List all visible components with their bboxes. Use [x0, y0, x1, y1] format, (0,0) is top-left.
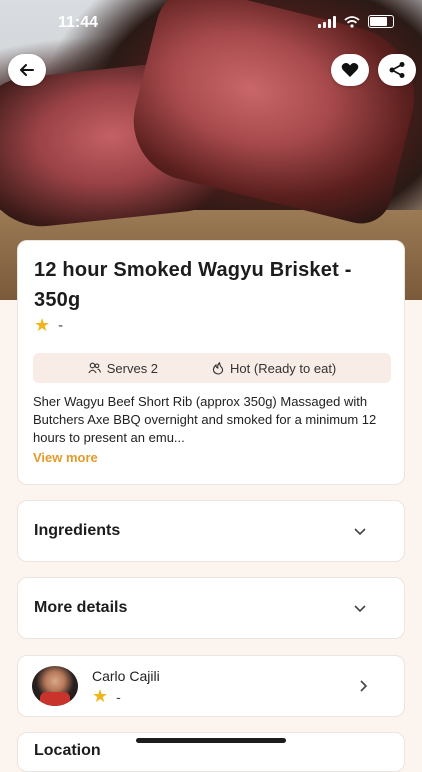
- serves-info: Serves 2: [88, 361, 158, 376]
- signal-icon: [318, 15, 336, 28]
- chevron-down-icon: [354, 523, 366, 539]
- chef-card[interactable]: Carlo Cajili ★ -: [17, 655, 405, 717]
- status-icons: [318, 15, 394, 28]
- chef-name: Carlo Cajili: [92, 668, 160, 684]
- status-bar: 11:44: [0, 0, 422, 46]
- chef-rating: ★ -: [92, 686, 121, 707]
- people-icon: [88, 362, 101, 374]
- battery-icon: [368, 15, 394, 28]
- wifi-icon: [344, 15, 360, 28]
- star-icon: ★: [34, 315, 51, 335]
- recipe-title: 12 hour Smoked Wagyu Brisket - 350g: [34, 259, 352, 311]
- more-details-section[interactable]: More details: [17, 577, 405, 639]
- recipe-info-bar: Serves 2 Hot (Ready to eat): [33, 353, 391, 383]
- temperature-info: Hot (Ready to eat): [212, 361, 336, 376]
- home-indicator: [136, 738, 286, 743]
- more-details-title: More details: [34, 599, 128, 616]
- partial-section-title: Location: [34, 742, 101, 759]
- flame-icon: [212, 361, 224, 375]
- view-more-link[interactable]: View more: [33, 449, 391, 467]
- share-icon: [389, 62, 405, 78]
- status-time: 11:44: [58, 14, 99, 31]
- star-icon: ★: [92, 686, 109, 706]
- recipe-card: 12 hour Smoked Wagyu Brisket - 350g ★ - …: [17, 240, 405, 485]
- back-icon: [20, 64, 34, 76]
- chef-rating-value: -: [116, 688, 121, 705]
- favorite-button[interactable]: [331, 54, 369, 86]
- ingredients-section[interactable]: Ingredients: [17, 500, 405, 562]
- chef-avatar: [32, 666, 78, 706]
- chevron-down-icon: [354, 600, 366, 616]
- share-button[interactable]: [378, 54, 416, 86]
- recipe-rating: ★ -: [34, 315, 63, 336]
- temperature-label: Hot (Ready to eat): [230, 360, 337, 376]
- back-button[interactable]: [8, 54, 46, 86]
- chevron-right-icon: [360, 679, 368, 697]
- recipe-description: Sher Wagyu Beef Short Rib (approx 350g) …: [33, 393, 391, 467]
- description-text: Sher Wagyu Beef Short Rib (approx 350g) …: [33, 394, 377, 445]
- serves-label: Serves 2: [106, 360, 159, 376]
- heart-icon: [341, 63, 359, 77]
- recipe-rating-value: -: [58, 317, 64, 334]
- ingredients-title: Ingredients: [34, 522, 121, 539]
